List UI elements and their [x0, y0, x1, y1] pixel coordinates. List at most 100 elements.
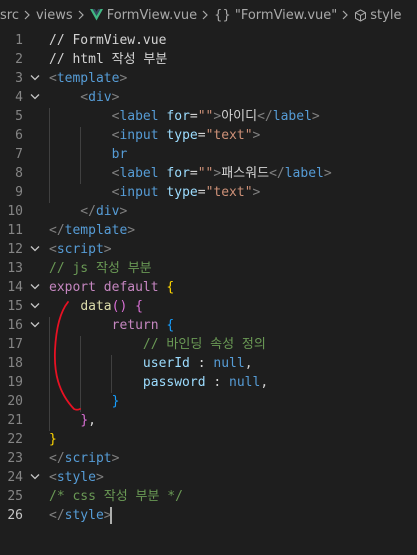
- code-token: <: [49, 166, 120, 181]
- breadcrumb-module-label: {} "FormView.vue": [214, 7, 338, 23]
- code-token: null: [213, 356, 245, 371]
- code-line[interactable]: 5 <label for="">아이디</label>: [0, 107, 417, 126]
- code-line[interactable]: 26 </style>: [0, 506, 417, 525]
- line-number: 26: [7, 508, 23, 523]
- line-number: 24: [7, 470, 23, 485]
- line-number: 9: [15, 185, 23, 200]
- code-line[interactable]: 18 userId : null,: [0, 354, 417, 373]
- line-number: 25: [7, 489, 23, 504]
- code-text: /* css 작성 부분 */: [49, 487, 183, 506]
- code-token: <: [49, 128, 120, 143]
- code-line[interactable]: 24 <style>: [0, 468, 417, 487]
- code-line[interactable]: 21 },: [0, 411, 417, 430]
- code-token: {: [166, 280, 175, 295]
- code-line[interactable]: 12 <script>: [0, 240, 417, 259]
- vue-logo-icon: [89, 9, 103, 21]
- code-token: =: [197, 128, 206, 143]
- breadcrumb-module[interactable]: {} "FormView.vue": [214, 8, 337, 23]
- code-line[interactable]: 8 <label for="">패스워드</label>: [0, 164, 417, 183]
- code-token: (): [111, 299, 128, 314]
- code-text: }: [49, 392, 120, 411]
- line-number: 20: [7, 394, 23, 409]
- code-token: input: [119, 185, 159, 200]
- code-token: >: [323, 166, 332, 181]
- code-line[interactable]: 20 }: [0, 392, 417, 411]
- code-token: ,: [260, 375, 269, 390]
- breadcrumb-file[interactable]: FormView.vue: [89, 8, 197, 23]
- code-text: </template>: [49, 221, 135, 240]
- breadcrumb-src[interactable]: src: [0, 8, 19, 23]
- code-token: script: [64, 451, 112, 466]
- code-line[interactable]: 14 export default {: [0, 278, 417, 297]
- fold-chevron-icon[interactable]: [28, 278, 42, 297]
- code-line[interactable]: 7 br: [0, 145, 417, 164]
- fold-chevron-icon[interactable]: [28, 468, 42, 487]
- code-line[interactable]: 19 password : null,: [0, 373, 417, 392]
- breadcrumb-views[interactable]: views: [36, 8, 73, 23]
- code-token: </: [49, 508, 65, 523]
- breadcrumb-views-label: views: [35, 7, 73, 23]
- chevron-right-icon: [21, 9, 33, 21]
- code-token: // FormView.vue: [49, 33, 167, 48]
- code-token: default: [103, 280, 159, 295]
- line-number: 22: [7, 432, 23, 447]
- code-token: div: [88, 90, 112, 105]
- code-token: label: [119, 109, 159, 124]
- code-token: null: [229, 375, 261, 390]
- code-text: password : null,: [49, 373, 268, 392]
- breadcrumb-style[interactable]: style: [354, 8, 401, 23]
- code-line[interactable]: 3 <template>: [0, 69, 417, 88]
- code-text: // html 작성 부분: [49, 50, 167, 69]
- code-text: <script>: [49, 240, 112, 259]
- code-line[interactable]: 9 <input type="text">: [0, 183, 417, 202]
- code-line[interactable]: 17 // 바인딩 속성 정의: [0, 335, 417, 354]
- code-line[interactable]: 15 data() {: [0, 297, 417, 316]
- code-text: // 바인딩 속성 정의: [49, 335, 266, 354]
- code-line[interactable]: 16 return {: [0, 316, 417, 335]
- code-line[interactable]: 11 </template>: [0, 221, 417, 240]
- code-line[interactable]: 13 // js 작성 부분: [0, 259, 417, 278]
- code-line[interactable]: 6 <input type="text">: [0, 126, 417, 145]
- code-token: <: [49, 470, 57, 485]
- line-number: 10: [7, 204, 23, 219]
- code-line[interactable]: 23 </script>: [0, 449, 417, 468]
- code-token: // html 작성 부분: [49, 52, 168, 67]
- code-token: style: [56, 470, 96, 485]
- code-text: </script>: [49, 449, 119, 468]
- code-line[interactable]: 4 <div>: [0, 88, 417, 107]
- code-token: </: [49, 204, 96, 219]
- code-token: >: [252, 185, 261, 200]
- code-editor[interactable]: 1// FormView.vue 2// html 작성 부분 3 <template…: [0, 30, 417, 555]
- line-number: 13: [7, 261, 23, 276]
- code-token: password: [142, 375, 206, 390]
- code-line[interactable]: 22}: [0, 430, 417, 449]
- fold-chevron-icon[interactable]: [28, 88, 42, 107]
- code-line[interactable]: 1 // FormView.vue: [0, 31, 417, 50]
- line-number: 19: [7, 375, 23, 390]
- line-number: 4: [15, 90, 23, 105]
- code-token: label: [119, 166, 159, 181]
- code-line[interactable]: 2 // html 작성 부분: [0, 50, 417, 69]
- code-text: <label for="">아이디</label>: [49, 107, 320, 126]
- code-token: <: [49, 109, 120, 124]
- fold-chevron-icon[interactable]: [28, 69, 42, 88]
- code-line[interactable]: 10 </div>: [0, 202, 417, 221]
- line-number: 8: [15, 166, 23, 181]
- line-number: 17: [7, 337, 23, 352]
- fold-chevron-icon[interactable]: [28, 297, 42, 316]
- code-text: // FormView.vue: [49, 31, 166, 50]
- code-token: 아이디: [221, 109, 258, 124]
- code-token: /* css 작성 부분 */: [49, 489, 183, 504]
- code-token: :: [189, 356, 214, 371]
- fold-chevron-icon[interactable]: [28, 316, 42, 335]
- code-token: :: [205, 375, 230, 390]
- code-text: userId : null,: [49, 354, 253, 373]
- code-text: <label for="">패스워드</label>: [49, 164, 332, 183]
- line-number: 12: [7, 242, 23, 257]
- line-number: 23: [7, 451, 23, 466]
- fold-chevron-icon[interactable]: [28, 240, 42, 259]
- code-line[interactable]: 25 /* css 작성 부분 */: [0, 487, 417, 506]
